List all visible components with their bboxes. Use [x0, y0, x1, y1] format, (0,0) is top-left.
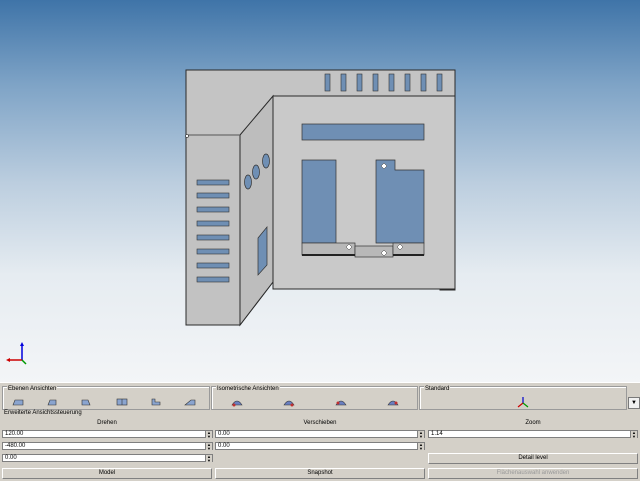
front-view-icon[interactable]	[11, 397, 25, 407]
extended-control-label: Erweiterte Ansichtssteuerung	[4, 410, 82, 416]
move-y-spinner[interactable]: ▲ ▼	[417, 443, 424, 450]
standard-group: Standard	[419, 386, 627, 410]
move-x-field[interactable]: 0.00 ▲ ▼	[215, 430, 425, 438]
standard-label: Standard	[424, 386, 451, 393]
rotate-x-spinner[interactable]: ▲ ▼	[205, 431, 212, 438]
detail-level-button[interactable]: Detail level	[428, 453, 638, 464]
rotate-x-field[interactable]: 120.00 ▲ ▼	[2, 430, 213, 438]
zoom-field[interactable]: 1.14 ▲ ▼	[428, 430, 638, 438]
top-view-icon[interactable]	[115, 397, 129, 407]
view-control-panel: Ebenen Ansichten Isometrische Ansichten	[0, 382, 640, 481]
zoom-spinner[interactable]: ▲ ▼	[630, 431, 637, 438]
verschieben-label: Verschieben	[303, 420, 337, 426]
rotate-z-spinner[interactable]: ▲ ▼	[205, 455, 212, 462]
3d-viewport[interactable]	[0, 0, 640, 382]
iso-view-2-icon[interactable]	[282, 397, 296, 407]
left-view-icon[interactable]	[79, 397, 93, 407]
apply-face-selection-button[interactable]: Flächenauswahl anwenden	[428, 468, 638, 479]
move-x-spinner[interactable]: ▲ ▼	[417, 431, 424, 438]
axis-triad-icon[interactable]	[516, 397, 530, 408]
move-y-field[interactable]: 0.00 ▲ ▼	[215, 442, 425, 450]
ebenen-group: Ebenen Ansichten	[2, 386, 210, 410]
iso-view-1-icon[interactable]	[230, 397, 244, 407]
iso-view-3-icon[interactable]	[334, 397, 348, 407]
model-button[interactable]: Model	[2, 468, 212, 479]
back-view-icon[interactable]	[45, 397, 59, 407]
bottom-view-icon[interactable]	[183, 397, 197, 407]
iso-group: Isometrische Ansichten	[211, 386, 418, 410]
rotate-z-field[interactable]: 0.00 ▲ ▼	[2, 454, 213, 462]
panel-collapse-button[interactable]: ▼	[628, 397, 640, 409]
iso-label: Isometrische Ansichten	[216, 386, 280, 393]
snapshot-button[interactable]: Snapshot	[215, 468, 425, 479]
right-view-icon[interactable]	[149, 397, 163, 407]
chevron-down-icon: ▼	[631, 400, 637, 406]
axis-triad-icon	[6, 342, 27, 365]
rotate-y-spinner[interactable]: ▲ ▼	[205, 443, 212, 450]
ebenen-label: Ebenen Ansichten	[7, 386, 58, 393]
zoom-label: Zoom	[525, 420, 541, 426]
rotate-y-field[interactable]: -480.00 ▲ ▼	[2, 442, 213, 450]
drehen-label: Drehen	[97, 420, 117, 426]
iso-view-4-icon[interactable]	[386, 397, 400, 407]
sheet-metal-model	[185, 69, 456, 327]
